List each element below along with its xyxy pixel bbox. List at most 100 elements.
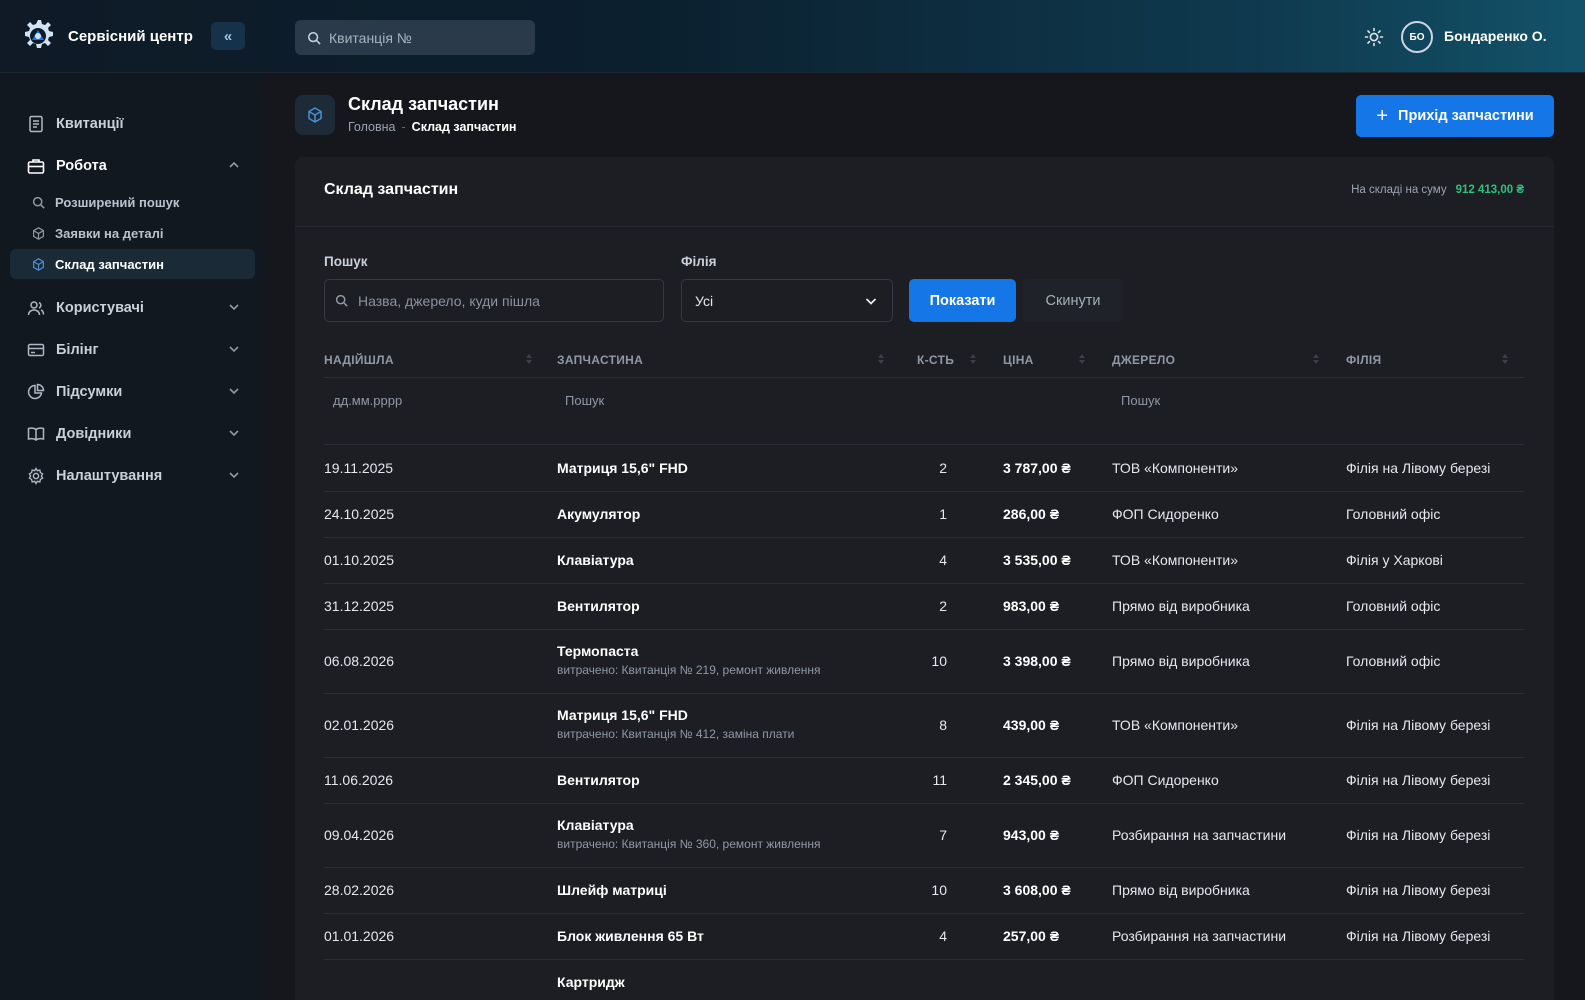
cell-price: 3 608,00 ₴	[1003, 882, 1071, 898]
show-button[interactable]: Показати	[909, 279, 1016, 322]
cell-date: 01.10.2025	[324, 552, 395, 568]
column-header-source[interactable]: ДЖЕРЕЛО	[1112, 353, 1175, 367]
cell-qty: 11	[932, 772, 947, 788]
reset-button[interactable]: Скинути	[1023, 279, 1123, 322]
row-divider	[324, 959, 1524, 960]
theme-toggle-button[interactable]	[1362, 25, 1386, 49]
parts-search[interactable]	[324, 279, 664, 322]
cell-source: ТОВ «Компоненти»	[1112, 552, 1239, 568]
user-name[interactable]: Бондаренко О.	[1444, 28, 1547, 44]
card-header: Склад запчастин На складі на суму 912 41…	[295, 157, 1554, 227]
cell-source: Прямо від виробника	[1112, 653, 1250, 669]
box-icon	[33, 257, 44, 271]
sidebar-item-directories[interactable]: Довідники	[10, 417, 255, 451]
cell-source: Прямо від виробника	[1112, 598, 1250, 614]
sidebar-item-label: Робота	[56, 158, 107, 174]
cell-branch: Філія на Лівому березі	[1346, 772, 1491, 788]
add-part-button[interactable]: + Прихід запчастини	[1356, 95, 1554, 137]
sidebar-item-work[interactable]: Робота	[10, 149, 255, 183]
row-divider	[324, 913, 1524, 914]
source-filter-input[interactable]: Пошук	[1121, 393, 1160, 408]
sidebar-subitem-advanced-search[interactable]: Розширений пошук	[10, 187, 255, 217]
cell-branch: Філія на Лівому березі	[1346, 882, 1491, 898]
warehouse-card: Склад запчастин На складі на суму 912 41…	[295, 157, 1554, 1000]
row-divider	[324, 491, 1524, 492]
sort-icon[interactable]	[1502, 353, 1508, 365]
cell-qty: 4	[939, 552, 947, 568]
sort-icon[interactable]	[878, 353, 884, 365]
cell-branch: Філія на Лівому березі	[1346, 827, 1491, 843]
cell-branch: Філія на Лівому березі	[1346, 928, 1491, 944]
cell-date: 28.02.2026	[324, 882, 395, 898]
box-icon	[308, 107, 322, 123]
column-header-part[interactable]: ЗАПЧАСТИНА	[557, 353, 643, 367]
book-icon	[27, 427, 45, 441]
cell-date: 31.12.2025	[324, 598, 395, 614]
row-divider	[324, 803, 1524, 804]
sort-icon[interactable]	[526, 353, 532, 365]
cell-source: ФОП Сидоренко	[1112, 506, 1219, 522]
cell-qty: 1	[939, 506, 947, 522]
cell-date: 19.11.2025	[324, 460, 394, 476]
collapse-sidebar-button[interactable]: «	[211, 22, 245, 50]
sort-icon[interactable]	[1313, 353, 1319, 365]
pie-chart-icon	[27, 383, 45, 400]
receipt-search-input[interactable]	[329, 29, 519, 46]
cell-source: Розбирання на запчастини	[1112, 827, 1287, 843]
sidebar-subitem-part-requests[interactable]: Заявки на деталі	[10, 218, 255, 248]
chevron-up-icon	[229, 161, 239, 168]
cell-qty: 2	[939, 460, 947, 476]
cell-branch: Головний офіс	[1346, 653, 1441, 669]
cell-price: 439,00 ₴	[1003, 717, 1060, 733]
sidebar-item-label: Користувачі	[56, 300, 144, 316]
cell-date: 09.04.2026	[324, 827, 395, 843]
column-header-price[interactable]: ЦІНА	[1003, 353, 1034, 367]
avatar[interactable]: БО	[1401, 21, 1433, 53]
cell-source: ТОВ «Компоненти»	[1112, 460, 1239, 476]
cell-price: 286,00 ₴	[1003, 506, 1060, 522]
plus-icon: +	[1376, 105, 1389, 127]
sidebar-item-summaries[interactable]: Підсумки	[10, 375, 255, 409]
cell-part: Блок живлення 65 Вт	[557, 928, 704, 944]
sort-icon[interactable]	[970, 353, 976, 365]
stock-sum: На складі на суму 912 413,00 ₴	[1351, 184, 1524, 196]
chevron-down-icon	[229, 304, 239, 311]
cell-part: Клавіатура	[557, 817, 634, 833]
cell-part: Клавіатура	[557, 552, 634, 568]
sort-icon[interactable]	[1079, 353, 1085, 365]
date-filter-input[interactable]: дд.мм.рррр	[333, 393, 402, 408]
receipt-search[interactable]	[295, 20, 535, 55]
row-divider	[324, 537, 1524, 538]
cell-price: 983,00 ₴	[1003, 598, 1060, 614]
part-filter-input[interactable]: Пошук	[565, 393, 604, 408]
cell-qty: 7	[939, 827, 947, 843]
column-header-qty[interactable]: К-СТЬ	[917, 353, 954, 367]
cell-part-note: витрачено: Квитанція № 412, заміна плати	[557, 727, 795, 741]
row-divider	[324, 867, 1524, 868]
sidebar-item-users[interactable]: Користувачі	[10, 291, 255, 325]
cell-price: 2 345,00 ₴	[1003, 772, 1071, 788]
breadcrumb-home[interactable]: Головна	[348, 120, 396, 134]
column-header-branch[interactable]: ФІЛІЯ	[1346, 353, 1381, 367]
cell-qty: 2	[939, 598, 947, 614]
sidebar-item-settings[interactable]: Налаштування	[10, 459, 255, 493]
brand[interactable]: Сервісний центр	[18, 16, 193, 56]
sidebar-item-receipts[interactable]: Квитанції	[10, 107, 255, 141]
sidebar-subitem-parts-warehouse[interactable]: Склад запчастин	[10, 249, 255, 279]
users-icon	[27, 301, 45, 316]
cell-source: Розбирання на запчастини	[1112, 928, 1287, 944]
cell-price: 3 787,00 ₴	[1003, 460, 1071, 476]
cell-part-note: витрачено: Квитанція № 219, ремонт живле…	[557, 663, 821, 677]
sidebar-subitem-label: Розширений пошук	[55, 194, 180, 210]
gear-icon	[28, 467, 44, 485]
cell-date: 06.08.2026	[324, 653, 395, 669]
branch-select[interactable]: Усі	[681, 279, 893, 322]
column-header-received[interactable]: НАДІЙШЛА	[324, 353, 394, 367]
app-title: Сервісний центр	[68, 27, 193, 45]
receipt-icon	[29, 115, 43, 133]
branch-select-value: Усі	[695, 292, 714, 309]
sun-icon	[1364, 27, 1384, 47]
sidebar-item-billing[interactable]: Білінг	[10, 333, 255, 367]
cell-part: Акумулятор	[557, 506, 641, 522]
parts-search-input[interactable]	[358, 292, 648, 309]
